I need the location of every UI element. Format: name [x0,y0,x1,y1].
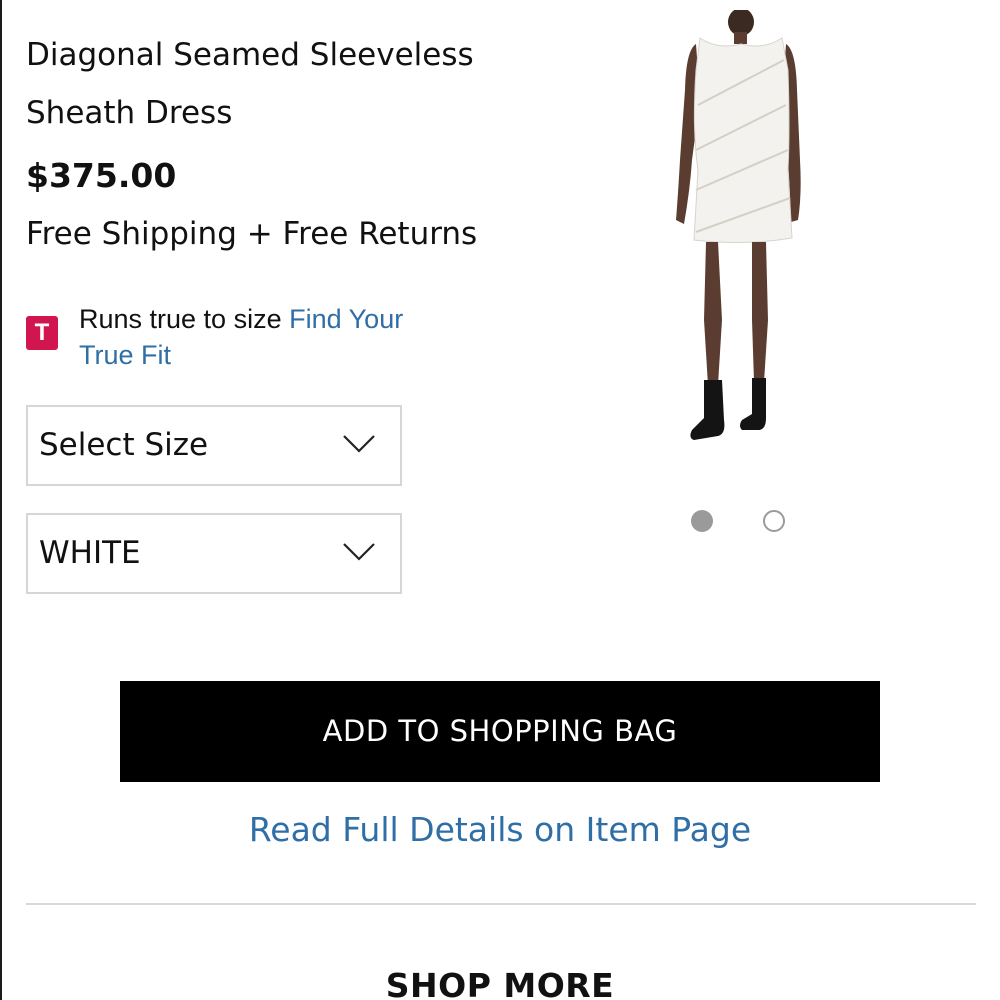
product-image[interactable] [660,10,820,450]
color-select[interactable]: WHITE [26,513,402,594]
shop-more-heading: SHOP MORE [385,966,615,1000]
color-select-value: WHITE [39,535,141,571]
product-title-line-1: Diagonal Seamed Sleeveless [26,37,474,73]
chevron-down-icon [343,543,375,561]
chevron-down-icon [343,435,375,453]
fit-message: Runs true to size Find Your True Fit [79,301,409,373]
page-edge [0,0,2,1000]
carousel-dot-1[interactable] [691,510,713,532]
size-select-value: Select Size [39,427,209,463]
shipping-info: Free Shipping + Free Returns [26,216,478,252]
product-price: $375.00 [26,156,177,195]
fit-summary: Runs true to size [79,304,282,334]
product-title-line-2: Sheath Dress [26,95,233,131]
carousel-dot-2[interactable] [763,510,785,532]
true-fit-logo-icon: T [26,316,58,350]
read-full-details-link[interactable]: Read Full Details on Item Page [0,810,1000,849]
size-select[interactable]: Select Size [26,405,402,486]
add-to-bag-button[interactable]: ADD TO SHOPPING BAG [120,681,880,782]
section-divider [26,903,976,905]
product-title: Diagonal Seamed Sleeveless Sheath Dress [26,26,496,142]
